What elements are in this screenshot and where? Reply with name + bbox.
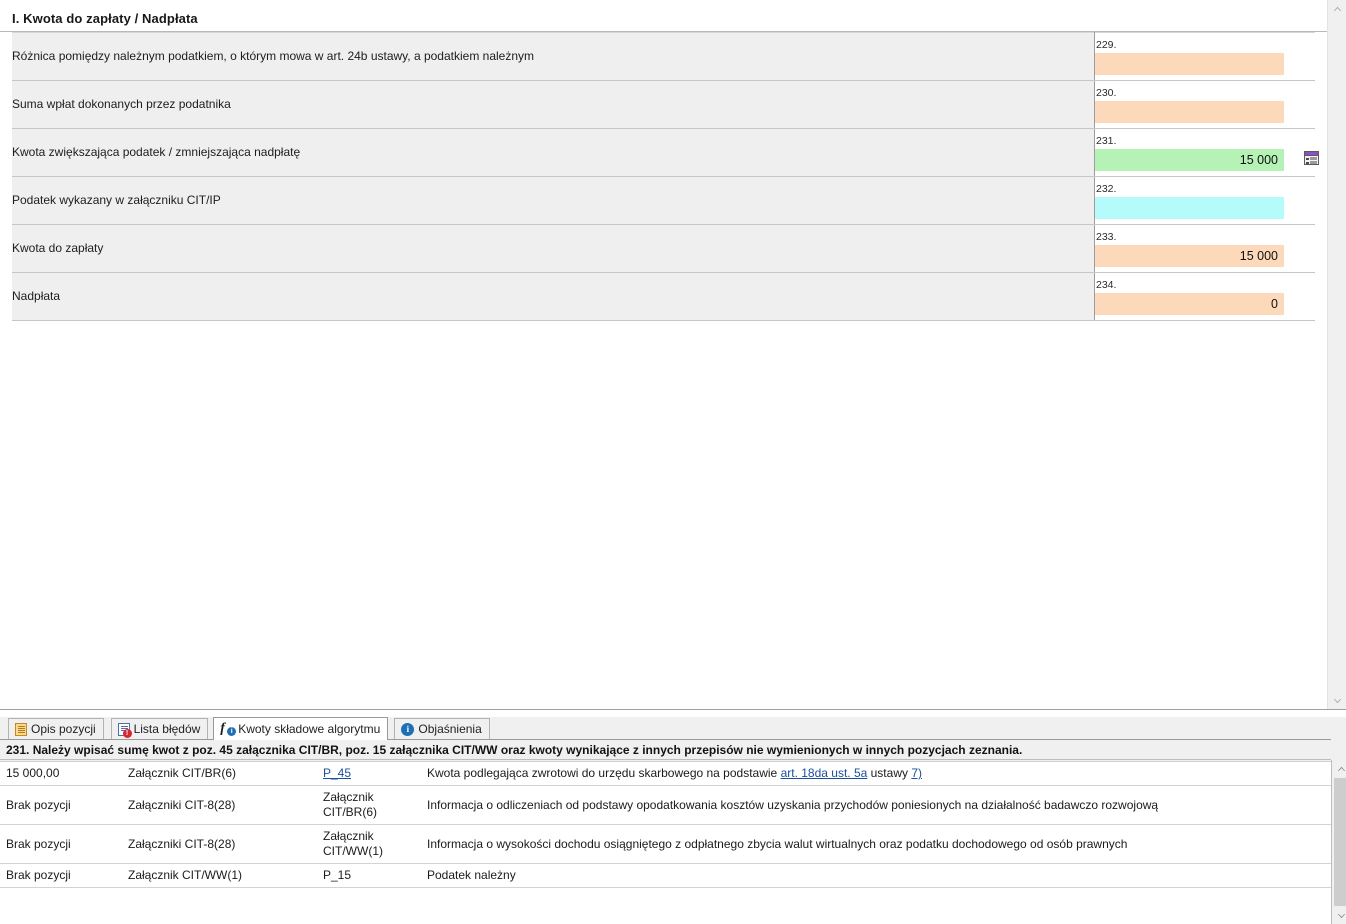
- description-text: Podatek należny: [427, 868, 516, 882]
- algorithm-vertical-scrollbar[interactable]: [1331, 760, 1346, 924]
- form-dialog-icon[interactable]: [1304, 151, 1319, 165]
- description-text: Informacja o wysokości dochodu osiągnięt…: [427, 836, 1128, 851]
- document-icon: [15, 722, 27, 736]
- field-label: Kwota do zapłaty: [12, 224, 1095, 273]
- form-row: Podatek wykazany w załączniku CIT/IP 232.: [12, 176, 1315, 225]
- amount-input-231[interactable]: 15 000: [1095, 149, 1284, 171]
- field-number: 232.: [1096, 183, 1117, 195]
- page-title: I. Kwota do zapłaty / Nadpłata: [12, 11, 198, 26]
- amount-input-233[interactable]: 15 000: [1095, 245, 1284, 267]
- attachment-name: Załączniki CIT-8(28): [128, 824, 323, 864]
- form-row: Suma wpłat dokonanych przez podatnika 230…: [12, 80, 1315, 129]
- scroll-up-icon[interactable]: [1328, 0, 1346, 17]
- form-row: Różnica pomiędzy należnym podatkiem, o k…: [12, 32, 1315, 81]
- bottom-info-panel: Opis pozycji! Lista błędów f i Kwoty składow…: [0, 717, 1346, 924]
- form-vertical-scrollbar[interactable]: [1327, 0, 1346, 709]
- algo-scroll-thumb[interactable]: [1334, 778, 1346, 906]
- field-cell: 233. 15 000: [1094, 224, 1315, 273]
- form-row: Kwota zwiększająca podatek / zmniejszają…: [12, 128, 1319, 177]
- tab-label: Lista błędów: [133, 722, 201, 736]
- position-reference[interactable]: P_45: [323, 762, 427, 786]
- algorithm-banner: 231. Należy wpisać sumę kwot z poz. 45 z…: [0, 739, 1331, 760]
- attachment-name: Załącznik CIT/BR(6): [128, 762, 323, 786]
- missing-position-label: Brak pozycji: [0, 863, 128, 888]
- amount-input-234[interactable]: 0: [1095, 293, 1284, 315]
- position-reference: Załącznik CIT/WW(1): [323, 824, 427, 864]
- tax-fields-table: Różnica pomiędzy należnym podatkiem, o k…: [12, 32, 1319, 321]
- field-number: 231.: [1096, 135, 1117, 147]
- algo-scroll-down-icon[interactable]: [1332, 907, 1346, 924]
- field-cell: 231. 15 000: [1094, 128, 1319, 177]
- field-number: 233.: [1096, 231, 1117, 243]
- form-row: Kwota do zapłaty 233. 15 000: [12, 224, 1315, 273]
- form-pane: I. Kwota do zapłaty / Nadpłata Różnica p…: [0, 0, 1327, 709]
- position-reference: Załącznik CIT/BR(6): [323, 785, 427, 825]
- amount-input-232[interactable]: [1095, 197, 1284, 219]
- field-number: 230.: [1096, 87, 1117, 99]
- field-cell: 232.: [1094, 176, 1315, 225]
- amount-input-230[interactable]: [1095, 101, 1284, 123]
- field-label: Różnica pomiędzy należnym podatkiem, o k…: [12, 32, 1095, 81]
- description-cell: Informacja o wysokości dochodu osiągnięt…: [427, 824, 1331, 864]
- field-label: Podatek wykazany w załączniku CIT/IP: [12, 176, 1095, 225]
- description-cell: Kwota podlegająca zwrotowi do urzędu ska…: [427, 762, 1331, 786]
- tab-label: Opis pozycji: [31, 722, 96, 736]
- description-cell: Informacja o odliczeniach od podstawy op…: [427, 785, 1331, 825]
- field-number: 234.: [1096, 279, 1117, 291]
- table-row: 15 000,00 Załącznik CIT/BR(6) P_45 Kwota po…: [0, 762, 1331, 786]
- info-icon: i: [401, 722, 415, 736]
- field-cell: 234. 0: [1094, 272, 1315, 321]
- field-cell: 230.: [1094, 80, 1315, 129]
- field-cell: 229.: [1094, 32, 1315, 81]
- tab-label: Objaśnienia: [418, 722, 482, 736]
- algorithm-components-table: 15 000,00 Załącznik CIT/BR(6) P_45 Kwota po…: [0, 762, 1331, 888]
- table-row: Brak pozycji Załącznik CIT/WW(1) P_15 Podat…: [0, 863, 1331, 888]
- amount-input-229[interactable]: [1095, 53, 1284, 75]
- algo-scroll-up-icon[interactable]: [1332, 760, 1346, 777]
- tab-2[interactable]: ! Lista błędów: [110, 718, 209, 739]
- legal-reference-link[interactable]: art. 18da ust. 5a: [781, 766, 868, 780]
- tab-3[interactable]: f i Kwoty składowe algorytmu: [213, 717, 389, 740]
- description-cell: Podatek należny: [427, 863, 1331, 888]
- field-label: Nadpłata: [12, 272, 1095, 321]
- description-text: Informacja o odliczeniach od podstawy op…: [427, 797, 1159, 812]
- function-info-icon: fi: [220, 722, 237, 736]
- table-row: Brak pozycji Załączniki CIT-8(28) Załączni…: [0, 824, 1331, 864]
- position-reference: P_15: [323, 863, 427, 888]
- error-list-icon: !: [117, 722, 132, 738]
- tab-4[interactable]: i Objaśnienia: [394, 718, 490, 739]
- tab-label: Kwoty składowe algorytmu: [238, 722, 381, 736]
- description-text: Kwota podlegająca zwrotowi do urzędu ska…: [427, 766, 781, 780]
- field-label: Suma wpłat dokonanych przez podatnika: [12, 80, 1095, 129]
- attachment-name: Załączniki CIT-8(28): [128, 785, 323, 825]
- description-text-mid: ustawy: [867, 766, 912, 780]
- field-number: 229.: [1096, 39, 1117, 51]
- tab-1[interactable]: Opis pozycji: [8, 718, 104, 739]
- missing-position-label: Brak pozycji: [0, 824, 128, 864]
- position-link[interactable]: P_45: [323, 766, 351, 780]
- algorithm-table-container: 15 000,00 Załącznik CIT/BR(6) P_45 Kwota po…: [0, 761, 1331, 908]
- field-label: Kwota zwiększająca podatek / zmniejszają…: [12, 128, 1095, 177]
- amount-value: 15 000,00: [0, 762, 128, 786]
- scroll-down-icon[interactable]: [1328, 692, 1346, 709]
- footnote-link[interactable]: 7): [911, 766, 922, 780]
- bottom-tab-strip: Opis pozycji! Lista błędów f i Kwoty składow…: [0, 717, 1346, 740]
- attachment-name: Załącznik CIT/WW(1): [128, 863, 323, 888]
- missing-position-label: Brak pozycji: [0, 785, 128, 825]
- table-row: Brak pozycji Załączniki CIT-8(28) Załączni…: [0, 785, 1331, 825]
- form-row: Nadpłata 234. 0: [12, 272, 1315, 321]
